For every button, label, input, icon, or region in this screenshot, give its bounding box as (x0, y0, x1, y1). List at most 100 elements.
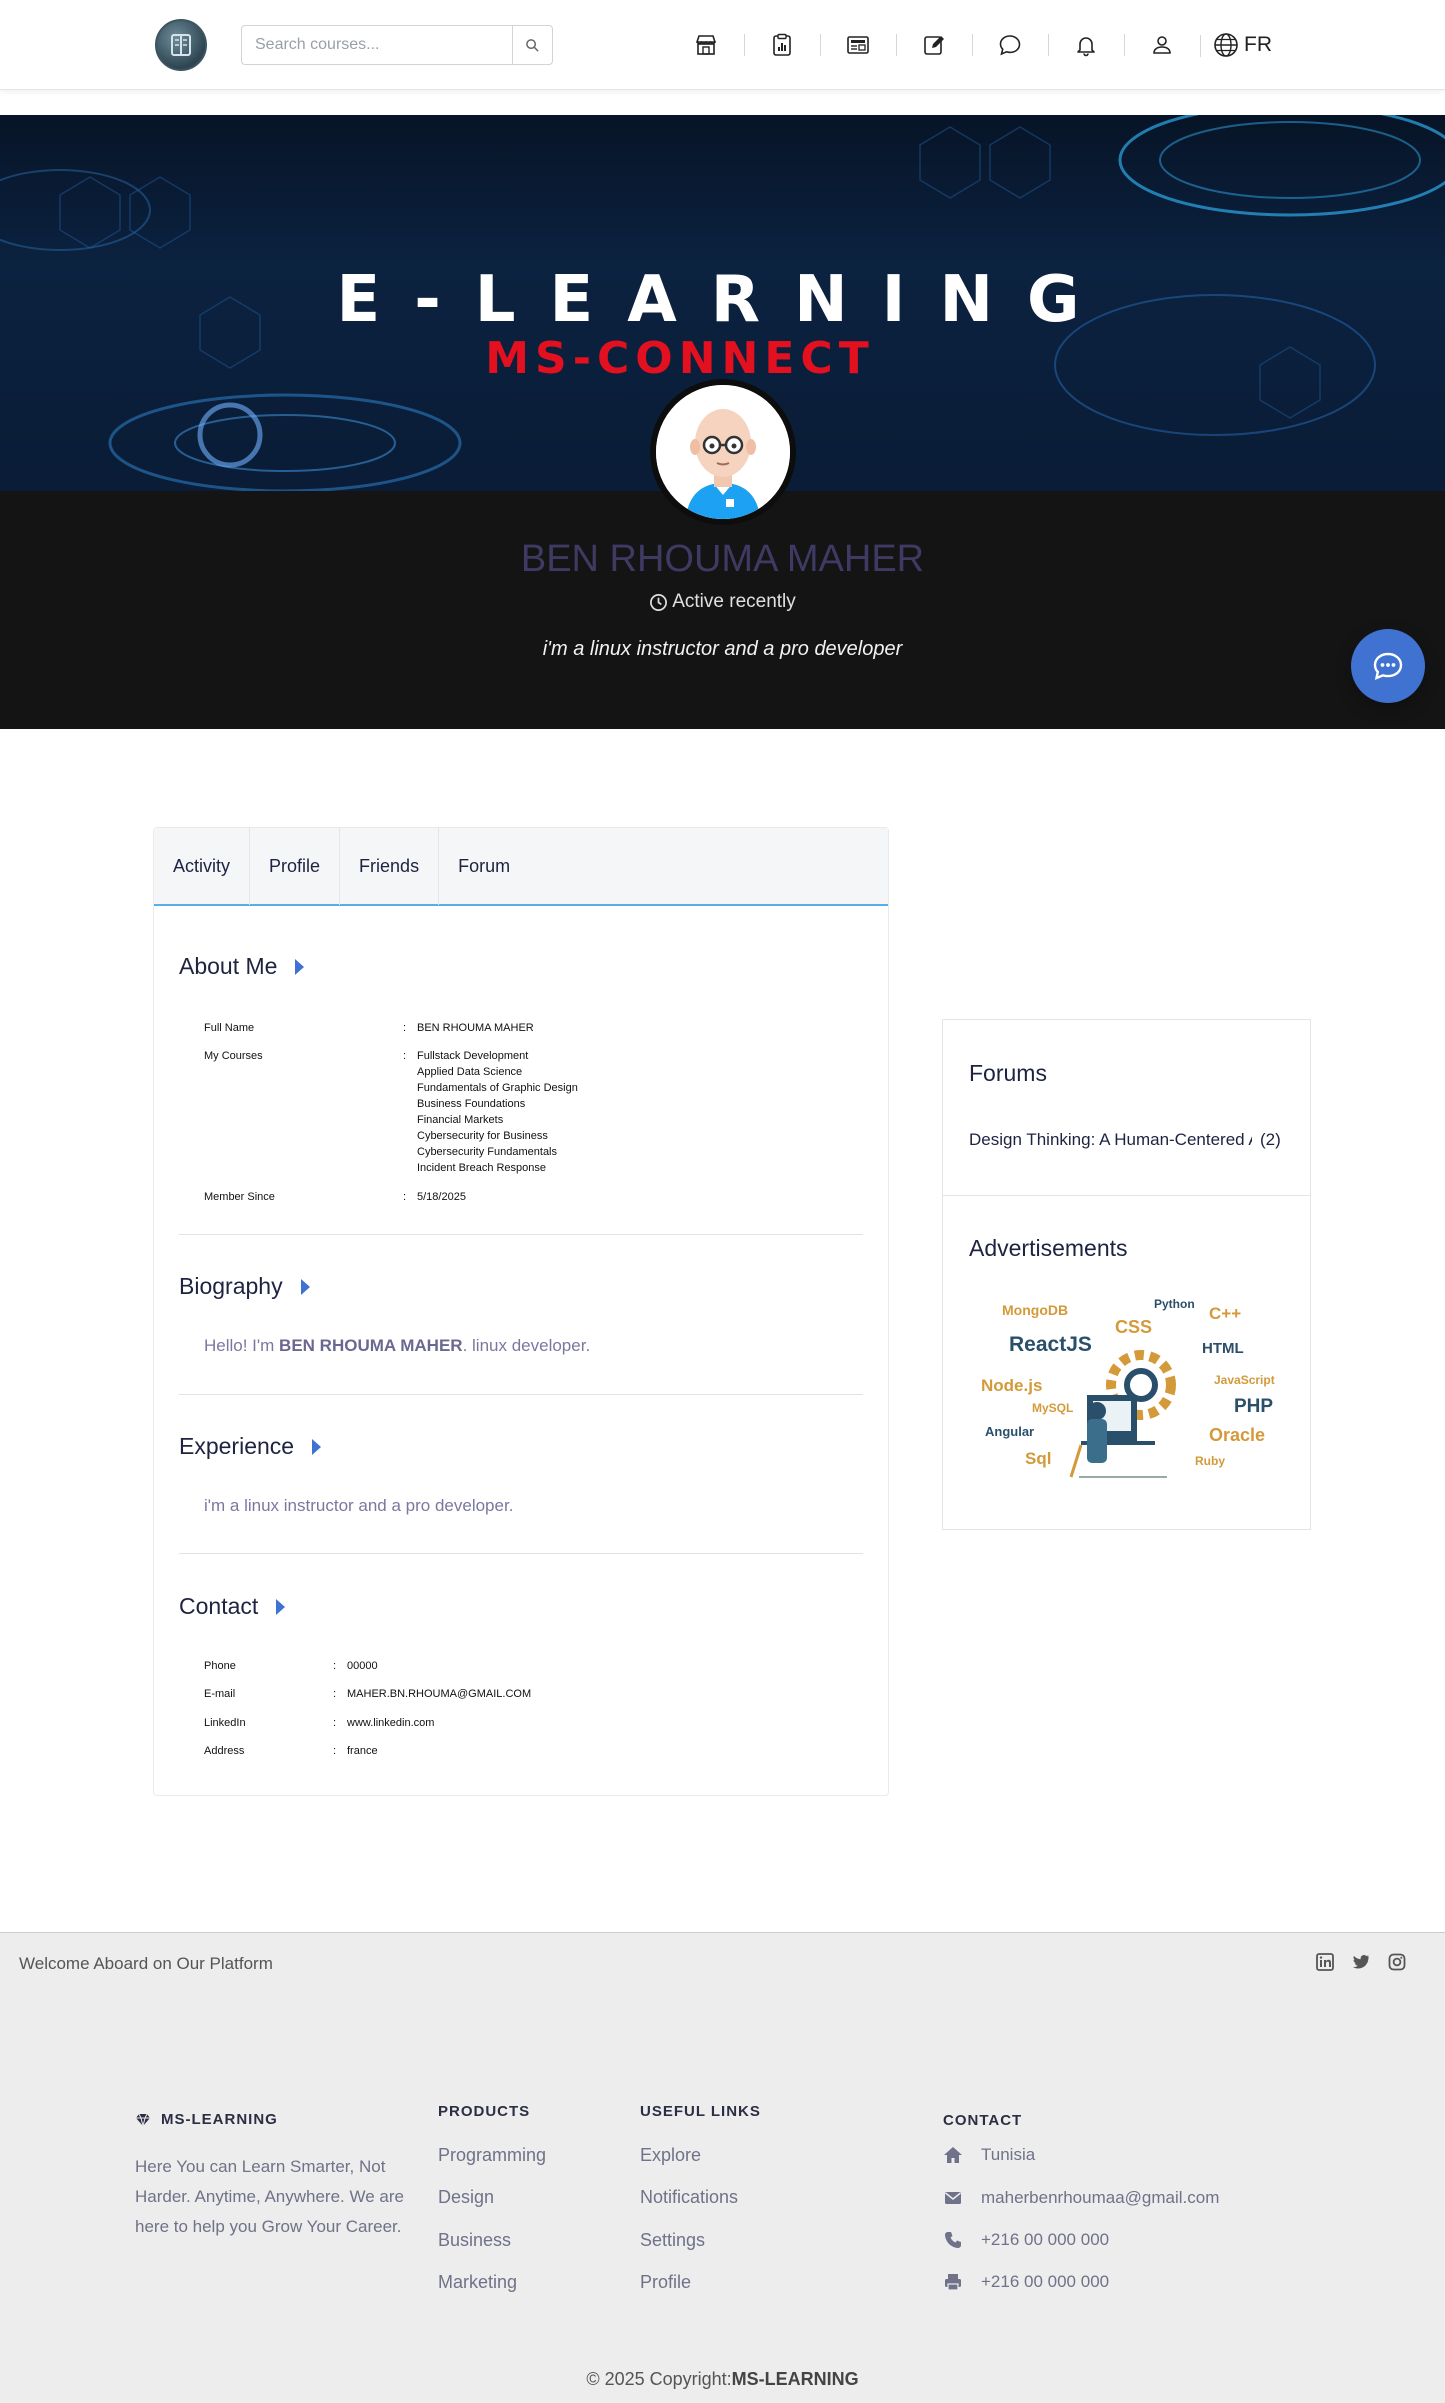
section-divider (179, 1394, 863, 1395)
footer-link-profile[interactable]: Profile (640, 2272, 691, 2293)
ad-word: Node.js (981, 1376, 1042, 1395)
about-me-heading[interactable]: About Me (179, 953, 305, 980)
nav-profile[interactable] (1124, 20, 1200, 70)
profile-tagline: i'm a linux instructor and a pro develop… (542, 638, 903, 660)
ad-word: Oracle (1209, 1425, 1265, 1445)
biography-heading[interactable]: Biography (179, 1273, 310, 1300)
forum-item-title: Design Thinking: A Human-Centered Approa… (969, 1130, 1252, 1149)
chat-icon (999, 35, 1021, 56)
footer-link-notifications[interactable]: Notifications (640, 2187, 738, 2208)
banner-subtitle: MS-CONNECT (485, 333, 875, 384)
footer-email-text: maherbenrhoumaa@gmail.com (981, 2188, 1220, 2207)
footer-brand-name: MS-LEARNING (161, 2111, 278, 2128)
footer-welcome: Welcome Aboard on Our Platform (19, 1954, 273, 1973)
footer-email[interactable]: maherbenrhoumaa@gmail.com (943, 2188, 1219, 2208)
course-item[interactable]: Financial Markets (417, 1112, 578, 1128)
colon: : (403, 1022, 407, 1034)
instagram-icon[interactable] (1388, 1953, 1406, 1971)
nav-messages[interactable] (972, 20, 1048, 70)
footer-phone[interactable]: +216 00 000 000 (943, 2230, 1109, 2250)
caret-right-icon (295, 958, 305, 975)
contact-heading[interactable]: Contact (179, 1593, 286, 1620)
nav-notifications[interactable] (1048, 20, 1124, 70)
footer-link-design[interactable]: Design (438, 2187, 494, 2208)
ad-word: C++ (1209, 1304, 1241, 1323)
footer-brand: MS-LEARNING (135, 2111, 278, 2128)
search-input[interactable] (242, 26, 512, 64)
site-logo[interactable] (155, 19, 207, 71)
nav-store[interactable] (668, 20, 744, 70)
profile-status: Active recently (0, 591, 1445, 613)
biography-title: Biography (179, 1273, 283, 1299)
course-item[interactable]: Business Foundations (417, 1096, 578, 1112)
forum-item[interactable]: Design Thinking: A Human-Centered Approa… (969, 1130, 1285, 1150)
biography-suffix: . linux developer. (462, 1336, 591, 1355)
course-item[interactable]: Incident Breach Response (417, 1160, 578, 1176)
course-item[interactable]: Fullstack Development (417, 1048, 578, 1064)
search-button[interactable] (512, 26, 552, 64)
caret-right-icon (276, 1598, 286, 1615)
footer-link-marketing[interactable]: Marketing (438, 2272, 517, 2293)
experience-text: i'm a linux instructor and a pro develop… (204, 1496, 514, 1515)
banner-title: E-LEARNING (336, 263, 1114, 337)
globe-icon (1214, 33, 1238, 57)
course-item[interactable]: Cybersecurity Fundamentals (417, 1144, 578, 1160)
about-me-title: About Me (179, 953, 278, 979)
copyright-prefix: © 2025 Copyright: (586, 2369, 732, 2389)
linkedin-row: LinkedIn : www.linkedin.com (154, 1715, 854, 1733)
language-switcher[interactable]: FR (1200, 31, 1272, 59)
clock-icon (650, 593, 668, 611)
footer-link-programming[interactable]: Programming (438, 2145, 546, 2166)
sidebar-divider (943, 1195, 1310, 1196)
tab-activity[interactable]: Activity (154, 827, 251, 905)
nav-edit[interactable] (896, 20, 972, 70)
products-heading: PRODUCTS (438, 2103, 531, 2120)
colon: : (333, 1688, 337, 1700)
useful-links-heading: USEFUL LINKS (640, 2103, 761, 2120)
colon: : (403, 1050, 407, 1062)
nav-news[interactable] (820, 20, 896, 70)
edit-icon (924, 36, 944, 55)
tab-forum[interactable]: Forum (439, 827, 529, 905)
twitter-icon[interactable] (1352, 1953, 1370, 1971)
fullname-label: Full Name (204, 1022, 255, 1034)
course-item[interactable]: Applied Data Science (417, 1064, 578, 1080)
caret-right-icon (312, 1438, 322, 1455)
section-divider (179, 1234, 863, 1235)
fullname-row: Full Name : BEN RHOUMA MAHER (154, 1020, 854, 1040)
profile-tabs: Activity Profile Friends Forum (154, 827, 888, 906)
caret-right-icon (300, 1278, 310, 1295)
footer-link-business[interactable]: Business (438, 2230, 511, 2251)
course-item[interactable]: Cybersecurity for Business (417, 1128, 578, 1144)
chat-fab-button[interactable] (1351, 629, 1425, 703)
language-label: FR (1244, 33, 1272, 56)
footer-fax-text: +216 00 000 000 (981, 2272, 1110, 2291)
experience-heading[interactable]: Experience (179, 1433, 322, 1460)
advertisement-image[interactable]: MongoDB Python C++ CSS ReactJS HTML Node… (969, 1295, 1285, 1495)
ad-word: PHP (1234, 1396, 1273, 1417)
ad-word: Python (1154, 1297, 1195, 1311)
ad-word: Angular (985, 1424, 1034, 1439)
footer-link-explore[interactable]: Explore (640, 2145, 701, 2166)
email-value[interactable]: MAHER.BN.RHOUMA@GMAIL.COM (347, 1686, 531, 1702)
member-since-label: Member Since (204, 1191, 275, 1203)
copyright-brand[interactable]: MS-LEARNING (732, 2369, 859, 2389)
colon: : (333, 1745, 337, 1757)
nav-courses[interactable] (744, 20, 820, 70)
colon: : (333, 1660, 337, 1672)
linkedin-value[interactable]: www.linkedin.com (347, 1715, 434, 1731)
footer-link-settings[interactable]: Settings (640, 2230, 705, 2251)
colon: : (403, 1191, 407, 1203)
avatar[interactable] (650, 379, 796, 525)
ad-word: Sql (1025, 1449, 1051, 1468)
developer-tech-illustration: MongoDB Python C++ CSS ReactJS HTML Node… (981, 1297, 1275, 1478)
chat-bubble-icon (1373, 652, 1403, 680)
linkedin-icon[interactable] (1316, 1953, 1334, 1971)
social-links (1316, 1953, 1406, 1971)
phone-label: Phone (204, 1660, 236, 1672)
tab-friends[interactable]: Friends (340, 827, 440, 905)
search-icon (526, 38, 539, 52)
footer-brand-description: Here You can Learn Smarter, Not Harder. … (135, 2157, 404, 2236)
course-item[interactable]: Fundamentals of Graphic Design (417, 1080, 578, 1096)
tab-profile[interactable]: Profile (250, 827, 341, 905)
